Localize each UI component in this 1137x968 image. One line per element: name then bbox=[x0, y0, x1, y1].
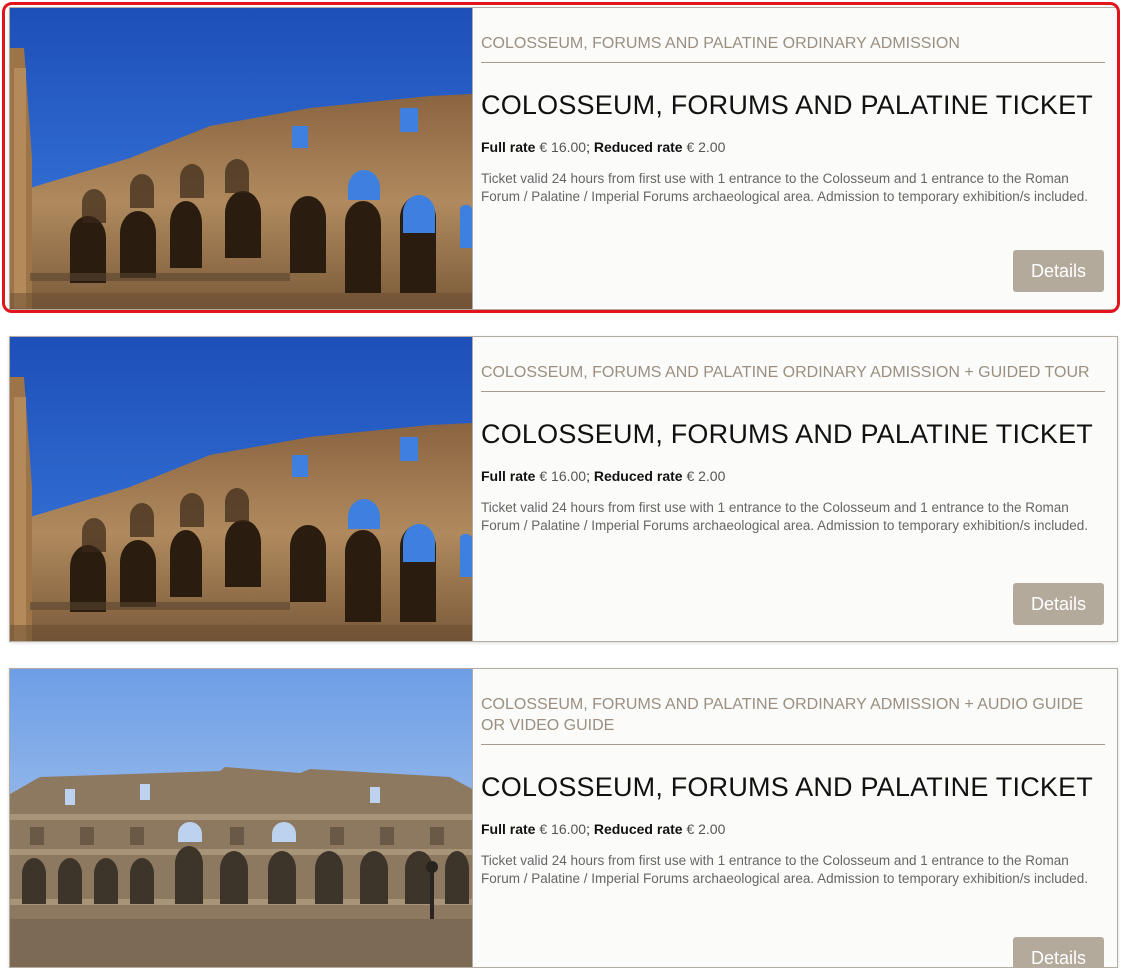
details-button[interactable]: Details bbox=[1013, 583, 1104, 625]
reduced-rate-label: Reduced rate bbox=[593, 468, 683, 484]
ticket-category: COLOSSEUM, FORUMS AND PALATINE ORDINARY … bbox=[481, 362, 1105, 392]
details-button[interactable]: Details bbox=[1013, 250, 1104, 292]
full-rate-value: € 16.00 bbox=[539, 139, 587, 155]
full-rate-value: € 16.00 bbox=[539, 821, 587, 837]
rate-separator: ; bbox=[586, 468, 590, 484]
ticket-title: COLOSSEUM, FORUMS AND PALATINE TICKET bbox=[481, 90, 1093, 120]
rate-separator: ; bbox=[586, 821, 590, 837]
reduced-rate-value: € 2.00 bbox=[686, 139, 726, 155]
details-button[interactable]: Details bbox=[1013, 937, 1104, 967]
colosseum-photo[interactable] bbox=[10, 337, 473, 641]
ticket-description: Ticket valid 24 hours from first use wit… bbox=[481, 853, 1089, 886]
full-rate-label: Full rate bbox=[481, 139, 536, 155]
ticket-description: Ticket valid 24 hours from first use wit… bbox=[481, 500, 1089, 533]
reduced-rate-value: € 2.00 bbox=[686, 468, 726, 484]
full-rate-label: Full rate bbox=[481, 821, 536, 837]
ticket-title: COLOSSEUM, FORUMS AND PALATINE TICKET bbox=[481, 772, 1093, 802]
reduced-rate-value: € 2.00 bbox=[686, 821, 726, 837]
ticket-card: COLOSSEUM, FORUMS AND PALATINE ORDINARY … bbox=[9, 7, 1118, 310]
ticket-info: COLOSSEUM, FORUMS AND PALATINE ORDINARY … bbox=[481, 8, 1105, 206]
full-rate-label: Full rate bbox=[481, 468, 536, 484]
colosseum-exterior-photo[interactable] bbox=[10, 669, 473, 967]
ticket-rates: Full rate € 16.00; Reduced rate € 2.00 bbox=[481, 467, 1105, 485]
ticket-description: Ticket valid 24 hours from first use wit… bbox=[481, 171, 1089, 204]
ticket-info: COLOSSEUM, FORUMS AND PALATINE ORDINARY … bbox=[481, 669, 1105, 888]
ticket-info: COLOSSEUM, FORUMS AND PALATINE ORDINARY … bbox=[481, 337, 1105, 535]
colosseum-photo[interactable] bbox=[10, 8, 473, 309]
ticket-rates: Full rate € 16.00; Reduced rate € 2.00 bbox=[481, 820, 1105, 838]
full-rate-value: € 16.00 bbox=[539, 468, 587, 484]
ticket-rates: Full rate € 16.00; Reduced rate € 2.00 bbox=[481, 138, 1105, 156]
ticket-card: COLOSSEUM, FORUMS AND PALATINE ORDINARY … bbox=[9, 668, 1118, 968]
ticket-card: COLOSSEUM, FORUMS AND PALATINE ORDINARY … bbox=[9, 336, 1118, 642]
rate-separator: ; bbox=[586, 139, 590, 155]
reduced-rate-label: Reduced rate bbox=[593, 821, 683, 837]
ticket-title: COLOSSEUM, FORUMS AND PALATINE TICKET bbox=[481, 419, 1093, 449]
ticket-category: COLOSSEUM, FORUMS AND PALATINE ORDINARY … bbox=[481, 694, 1105, 745]
reduced-rate-label: Reduced rate bbox=[593, 139, 683, 155]
ticket-category: COLOSSEUM, FORUMS AND PALATINE ORDINARY … bbox=[481, 33, 1105, 63]
